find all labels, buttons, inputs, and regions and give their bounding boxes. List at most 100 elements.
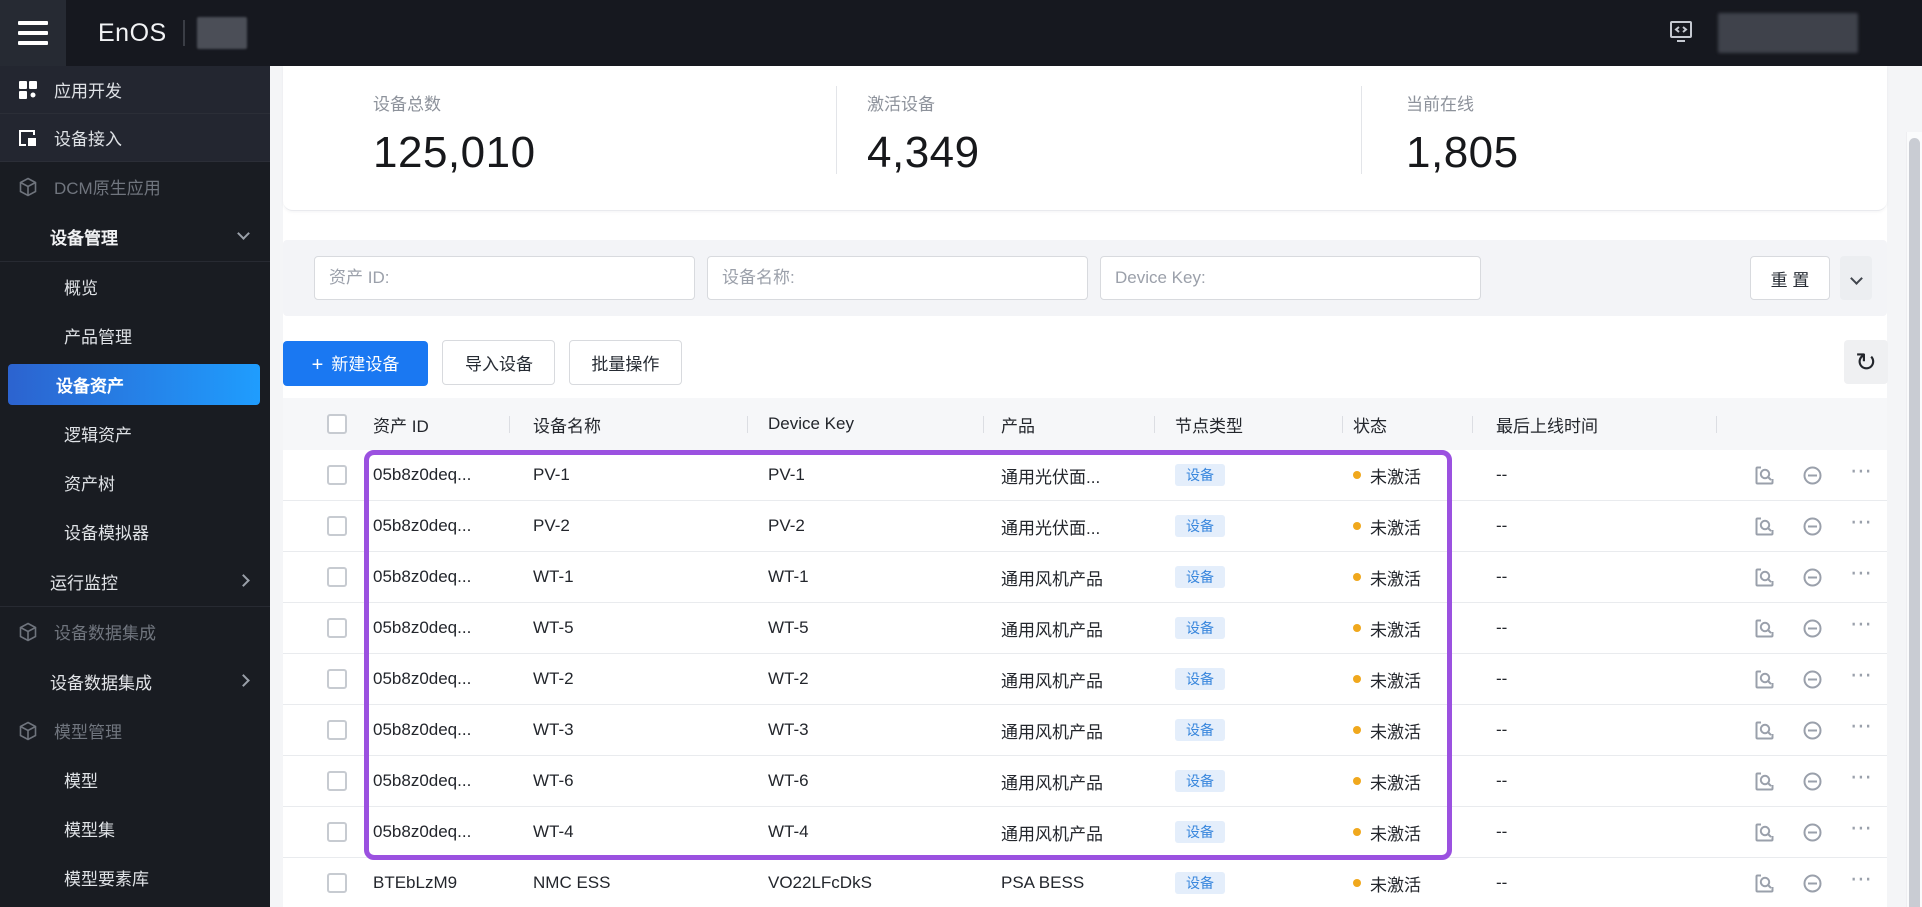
sidebar-item-overview[interactable]: 概览 <box>0 262 270 311</box>
column-header-status: 状态 <box>1342 398 1472 450</box>
cell-device-key: PV-1 <box>768 465 805 484</box>
sidebar-item-model-set[interactable]: 模型集 <box>0 804 270 853</box>
row-checkbox[interactable] <box>327 567 347 587</box>
status-text: 未激活 <box>1370 569 1421 589</box>
view-details-icon[interactable] <box>1754 822 1775 843</box>
more-actions-icon[interactable]: ⋯ <box>1850 669 1874 688</box>
node-type-badge: 设备 <box>1175 872 1225 894</box>
sidebar-item-device-access[interactable]: 设备接入 <box>0 114 270 162</box>
row-checkbox[interactable] <box>327 516 347 536</box>
sidebar-group-operation-monitoring[interactable]: 运行监控 <box>0 556 270 606</box>
row-checkbox[interactable] <box>327 465 347 485</box>
sidebar-nav: 应用开发 设备接入 DCM原生应用 设备管理 概览 产品管理 设备资产 逻辑资产… <box>0 66 270 907</box>
row-checkbox[interactable] <box>327 771 347 791</box>
more-actions-icon[interactable]: ⋯ <box>1850 771 1874 790</box>
sidebar-item-device-assets[interactable]: 设备资产 <box>0 360 270 409</box>
view-details-icon[interactable] <box>1754 669 1775 690</box>
cell-device-name: WT-3 <box>533 720 574 739</box>
row-checkbox[interactable] <box>327 618 347 638</box>
more-actions-icon[interactable]: ⋯ <box>1850 465 1874 484</box>
row-checkbox[interactable] <box>327 669 347 689</box>
cell-product: 通用风机产品 <box>1001 569 1103 589</box>
vertical-scrollbar[interactable] <box>1906 132 1922 907</box>
sidebar-item-label: 逻辑资产 <box>64 426 132 445</box>
more-actions-icon[interactable]: ⋯ <box>1850 822 1874 841</box>
sidebar-item-model-element-library[interactable]: 模型要素库 <box>0 853 270 902</box>
stat-label: 激活设备 <box>867 95 935 114</box>
view-details-icon[interactable] <box>1754 771 1775 792</box>
column-header-product: 产品 <box>983 398 1154 450</box>
sidebar-item-app-development[interactable]: 应用开发 <box>0 66 270 114</box>
view-details-icon[interactable] <box>1754 618 1775 639</box>
cell-device-key: WT-4 <box>768 822 809 841</box>
row-checkbox[interactable] <box>327 822 347 842</box>
cell-device-key: VO22LFcDkS <box>768 873 872 892</box>
device-name-input[interactable] <box>707 256 1088 300</box>
sidebar-item-model[interactable]: 模型 <box>0 755 270 804</box>
dev-console-icon[interactable] <box>1668 18 1694 49</box>
status-text: 未激活 <box>1370 671 1421 691</box>
status-dot <box>1353 624 1361 632</box>
sidebar-item-product-management[interactable]: 产品管理 <box>0 311 270 360</box>
more-actions-icon[interactable]: ⋯ <box>1850 873 1874 892</box>
status-text: 未激活 <box>1370 875 1421 895</box>
sidebar-item-device-simulator[interactable]: 设备模拟器 <box>0 507 270 556</box>
stat-label: 当前在线 <box>1406 95 1474 114</box>
node-type-badge: 设备 <box>1175 821 1225 843</box>
cell-device-key: WT-5 <box>768 618 809 637</box>
stat-total-devices: 设备总数 125,010 <box>373 90 536 178</box>
redacted-account-menu[interactable] <box>1718 13 1858 53</box>
status-dot <box>1353 675 1361 683</box>
batch-operation-button[interactable]: 批量操作 <box>568 340 682 385</box>
cell-last-online: -- <box>1496 771 1508 790</box>
disable-device-icon[interactable] <box>1802 771 1823 792</box>
node-type-badge: 设备 <box>1175 464 1225 486</box>
cell-device-name: WT-1 <box>533 567 574 586</box>
device-key-input[interactable] <box>1100 256 1481 300</box>
disable-device-icon[interactable] <box>1802 465 1823 486</box>
sidebar-group-device-management[interactable]: 设备管理 <box>0 211 270 261</box>
view-details-icon[interactable] <box>1754 516 1775 537</box>
sidebar-group-device-data-integration[interactable]: 设备数据集成 <box>0 656 270 706</box>
disable-device-icon[interactable] <box>1802 516 1823 537</box>
row-checkbox[interactable] <box>327 873 347 893</box>
asset-id-input[interactable] <box>314 256 695 300</box>
more-actions-icon[interactable]: ⋯ <box>1850 720 1874 739</box>
cube-icon <box>18 177 38 197</box>
row-checkbox[interactable] <box>327 720 347 740</box>
import-device-button[interactable]: 导入设备 <box>442 340 556 385</box>
view-details-icon[interactable] <box>1754 720 1775 741</box>
disable-device-icon[interactable] <box>1802 669 1823 690</box>
refresh-button[interactable]: ↻ <box>1844 340 1888 384</box>
reset-button[interactable]: 重 置 <box>1750 256 1830 300</box>
hamburger-menu-button[interactable] <box>0 0 66 66</box>
cell-last-online: -- <box>1496 465 1508 484</box>
sidebar-item-label: 模型集 <box>64 821 115 840</box>
status-text: 未激活 <box>1370 467 1421 487</box>
disable-device-icon[interactable] <box>1802 720 1823 741</box>
expand-filters-button[interactable] <box>1840 256 1872 300</box>
create-device-button[interactable]: + 新建设备 <box>283 341 428 386</box>
cell-asset-id: 05b8z0deq... <box>373 822 472 841</box>
select-all-checkbox[interactable] <box>327 414 347 434</box>
disable-device-icon[interactable] <box>1802 618 1823 639</box>
view-details-icon[interactable] <box>1754 873 1775 894</box>
sidebar-item-asset-tree[interactable]: 资产树 <box>0 458 270 507</box>
more-actions-icon[interactable]: ⋯ <box>1850 618 1874 637</box>
more-actions-icon[interactable]: ⋯ <box>1850 567 1874 586</box>
cell-product: PSA BESS <box>1001 873 1085 892</box>
disable-device-icon[interactable] <box>1802 567 1823 588</box>
scrollbar-thumb[interactable] <box>1909 138 1920 907</box>
cell-asset-id: 05b8z0deq... <box>373 465 472 484</box>
disable-device-icon[interactable] <box>1802 873 1823 894</box>
sidebar-item-label: 设备接入 <box>54 130 122 149</box>
disable-device-icon[interactable] <box>1802 822 1823 843</box>
sidebar-section-label: 模型管理 <box>54 723 122 742</box>
view-details-icon[interactable] <box>1754 567 1775 588</box>
more-actions-icon[interactable]: ⋯ <box>1850 516 1874 535</box>
topbar-divider <box>182 20 185 46</box>
view-details-icon[interactable] <box>1754 465 1775 486</box>
table-header-row: 资产 ID 设备名称 Device Key 产品 节点类型 状态 最后上线时间 <box>283 398 1887 450</box>
cell-product: 通用风机产品 <box>1001 620 1103 640</box>
sidebar-item-logical-assets[interactable]: 逻辑资产 <box>0 409 270 458</box>
